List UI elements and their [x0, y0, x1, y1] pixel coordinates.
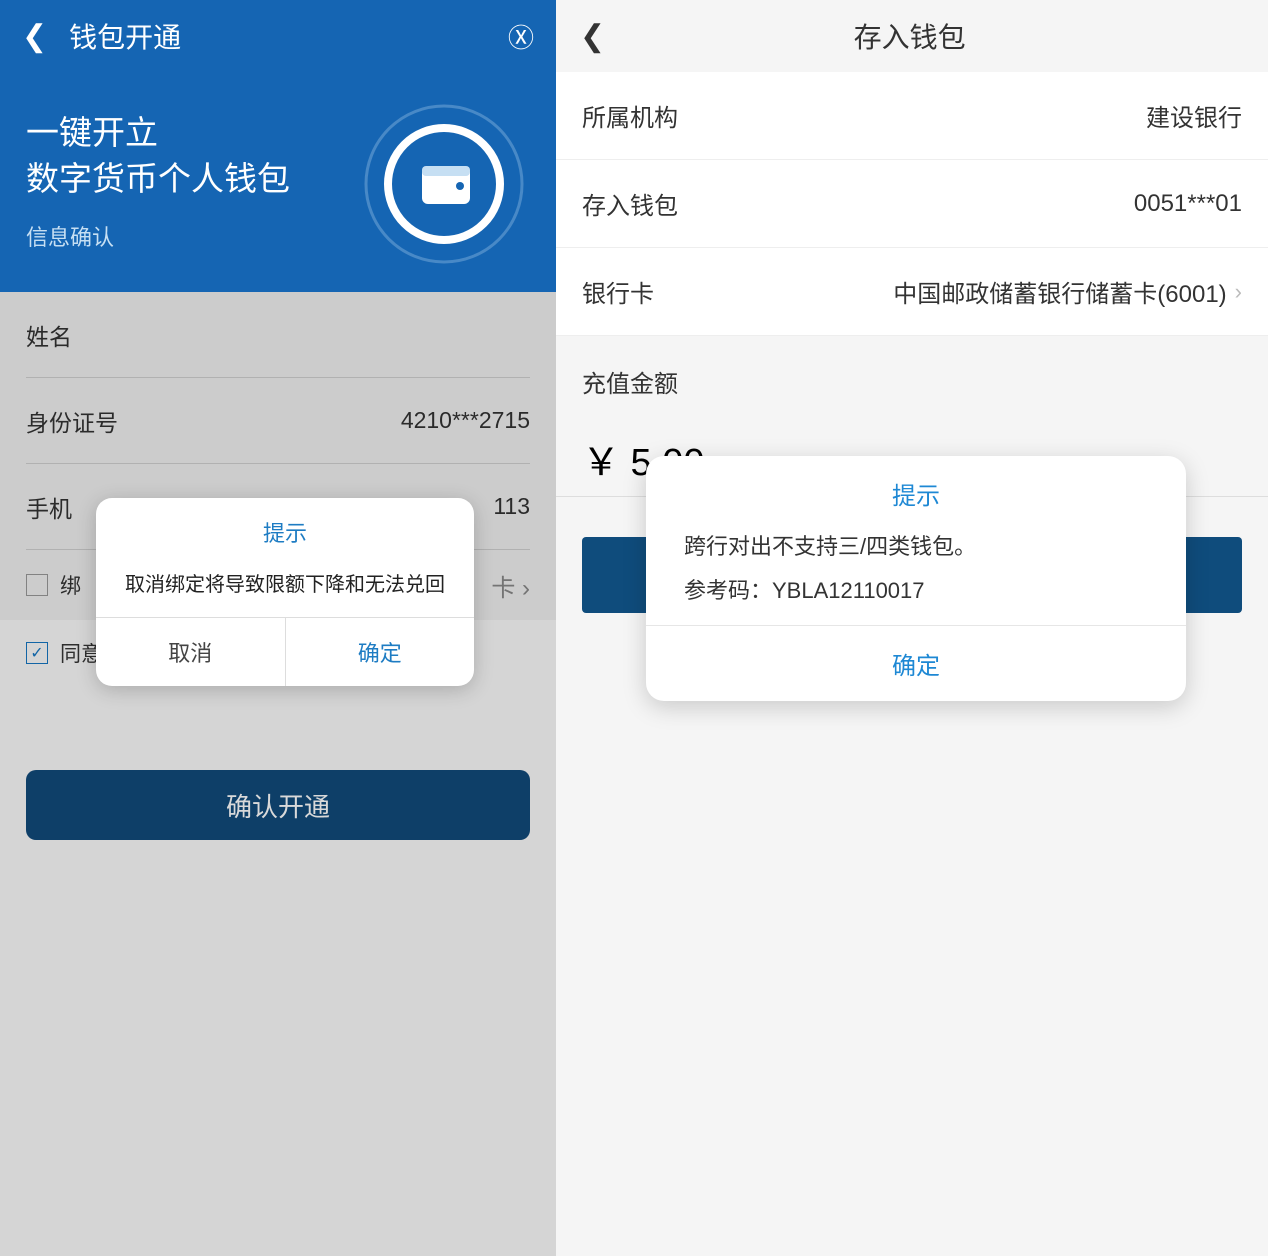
info-list: 所属机构 建设银行 存入钱包 0051***01 银行卡 中国邮政储蓄银行储蓄卡… [556, 72, 1268, 336]
screen-wallet-open: ❮ 钱包开通 Ⓧ 一键开立 数字货币个人钱包 信息确认 姓名 身份证号 4210… [0, 0, 556, 1256]
dialog: 提示 取消绑定将导致限额下降和无法兑回 取消 确定 [96, 498, 474, 686]
row-id[interactable]: 身份证号 4210***2715 [26, 378, 530, 464]
header-title: 钱包开通 [69, 16, 508, 56]
card-label: 银行卡 [582, 274, 893, 309]
dialog-refcode: 参考码：YBLA12110017 [646, 571, 1186, 625]
dialog-title: 提示 [646, 456, 1186, 523]
card-value: 中国邮政储蓄银行储蓄卡(6001) [893, 274, 1226, 309]
id-value: 4210***2715 [401, 407, 530, 434]
row-card[interactable]: 银行卡 中国邮政储蓄银行储蓄卡(6001) › [556, 248, 1268, 336]
banner: 一键开立 数字货币个人钱包 信息确认 [0, 72, 556, 292]
header: ❮ 钱包开通 Ⓧ [0, 0, 556, 72]
checkbox-agree[interactable]: ✓ [26, 642, 48, 664]
bind-suffix: 卡 › [491, 568, 530, 603]
dialog-buttons: 取消 确定 [96, 617, 474, 686]
header: ❮ 存入钱包 [556, 0, 1268, 72]
screen-deposit: ❮ 存入钱包 所属机构 建设银行 存入钱包 0051***01 银行卡 中国邮政… [556, 0, 1268, 1256]
close-icon[interactable]: Ⓧ [508, 18, 534, 55]
row-name[interactable]: 姓名 [26, 292, 530, 378]
ok-button[interactable]: 确定 [646, 625, 1186, 701]
dialog-message: 取消绑定将导致限额下降和无法兑回 [96, 558, 474, 617]
back-icon[interactable]: ❮ [580, 19, 605, 54]
ok-button[interactable]: 确定 [286, 618, 475, 686]
wallet-label: 存入钱包 [582, 186, 1134, 221]
checkbox-bind[interactable] [26, 574, 48, 596]
header-title: 存入钱包 [605, 16, 1214, 56]
name-label: 姓名 [26, 318, 530, 352]
org-label: 所属机构 [582, 98, 1146, 133]
row-wallet: 存入钱包 0051***01 [556, 160, 1268, 248]
chevron-right-icon: › [1235, 279, 1242, 305]
submit-label: 确认开通 [226, 787, 330, 824]
dialog: 提示 跨行对出不支持三/四类钱包。 参考码：YBLA12110017 确定 [646, 456, 1186, 701]
org-value: 建设银行 [1146, 98, 1242, 133]
dialog-title: 提示 [96, 498, 474, 558]
phone-value: 113 [493, 493, 530, 520]
dialog-message: 跨行对出不支持三/四类钱包。 [646, 523, 1186, 571]
submit-button[interactable]: 确认开通 [26, 770, 530, 840]
wallet-icon [360, 100, 528, 268]
row-org: 所属机构 建设银行 [556, 72, 1268, 160]
amount-label: 充值金额 [556, 336, 1268, 409]
bind-label: 绑 [60, 570, 81, 600]
id-label: 身份证号 [26, 404, 401, 438]
cancel-button[interactable]: 取消 [96, 618, 286, 686]
wallet-value: 0051***01 [1134, 190, 1242, 218]
back-icon[interactable]: ❮ [22, 19, 47, 54]
